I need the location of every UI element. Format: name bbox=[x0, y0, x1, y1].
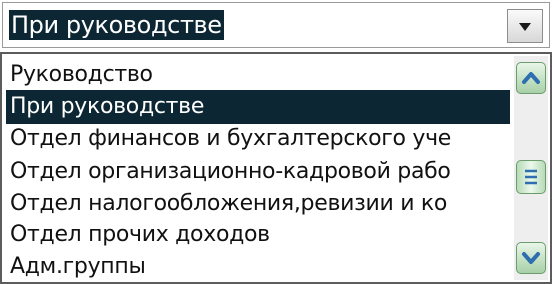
triangle-down-icon bbox=[519, 23, 531, 31]
chevron-up-icon bbox=[522, 72, 540, 84]
combo-selected-value: При руководстве bbox=[9, 10, 224, 40]
dropdown-button[interactable] bbox=[507, 9, 543, 43]
list-item-6[interactable]: Адм.группы bbox=[6, 250, 510, 284]
grip-lines-icon bbox=[525, 169, 537, 185]
scroll-down-button[interactable] bbox=[516, 242, 546, 274]
chevron-down-icon bbox=[522, 252, 540, 264]
list-item-5[interactable]: Отдел прочих доходов bbox=[6, 218, 510, 252]
dropdown-list[interactable]: Руководство При руководстве Отдел финанс… bbox=[0, 52, 552, 284]
department-combobox[interactable]: При руководстве Руководство При руководс… bbox=[0, 0, 552, 284]
combo-field[interactable]: При руководстве bbox=[2, 2, 550, 48]
list-item-0[interactable]: Руководство bbox=[6, 58, 510, 92]
list-item-2[interactable]: Отдел финансов и бухгалтерского уче bbox=[6, 122, 510, 156]
list-item-3[interactable]: Отдел организационно-кадровой рабо bbox=[6, 155, 510, 189]
list-item-4[interactable]: Отдел налогообложения,ревизии и ко bbox=[6, 187, 510, 221]
vertical-scrollbar[interactable] bbox=[514, 56, 548, 280]
list-item-1[interactable]: При руководстве bbox=[6, 90, 510, 124]
scroll-thumb[interactable] bbox=[516, 160, 546, 194]
scroll-up-button[interactable] bbox=[516, 62, 546, 94]
